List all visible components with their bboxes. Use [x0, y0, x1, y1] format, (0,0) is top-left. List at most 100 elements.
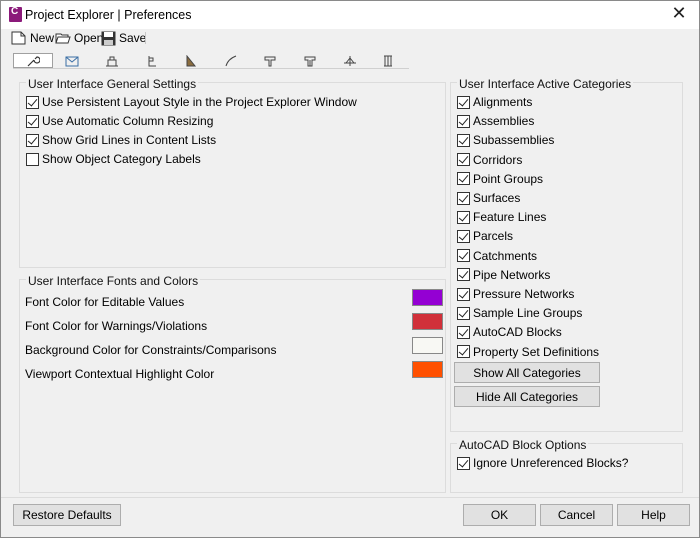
category-label: Feature Lines [473, 210, 547, 225]
category-item[interactable]: Assemblies [457, 114, 534, 128]
building-icon [105, 56, 118, 66]
block-options-title: AutoCAD Block Options [457, 438, 589, 452]
category-item[interactable]: Sample Line Groups [457, 306, 582, 320]
category-checkbox[interactable] [457, 287, 470, 301]
option-category-labels[interactable]: Show Object Category Labels [26, 152, 201, 166]
option-grid-lines[interactable]: Show Grid Lines in Content Lists [26, 133, 216, 147]
general-settings-group: User Interface General Settings Use Pers… [19, 77, 446, 268]
window-title: Project Explorer | Preferences [25, 8, 192, 22]
tab-surfaces[interactable] [171, 53, 211, 68]
tab-feature-lines[interactable] [211, 53, 251, 68]
color-row-warnings: Font Color for Warnings/Violations [25, 319, 207, 333]
preferences-dialog: Project Explorer | Preferences ✕ New Ope… [0, 0, 700, 538]
category-checkbox[interactable] [457, 306, 470, 320]
new-label: New [30, 31, 55, 45]
background-color-swatch[interactable] [412, 337, 443, 354]
option-persistent-layout[interactable]: Use Persistent Layout Style in the Proje… [26, 95, 357, 109]
tab-pressure[interactable] [290, 53, 330, 68]
tab-subassemblies[interactable] [132, 53, 172, 68]
category-item[interactable]: Pressure Networks [457, 287, 574, 301]
category-label: Catchments [473, 248, 538, 263]
close-icon[interactable]: ✕ [667, 3, 691, 24]
warnings-color-swatch[interactable] [412, 313, 443, 330]
active-categories-title: User Interface Active Categories [457, 77, 634, 91]
category-checkbox[interactable] [457, 325, 470, 339]
open-label: Open [74, 31, 104, 45]
color-row-background: Background Color for Constraints/Compari… [25, 343, 276, 357]
block-options-group: AutoCAD Block Options Ignore Unreference… [450, 438, 683, 493]
show-all-categories-button[interactable]: Show All Categories [454, 362, 600, 383]
ok-button[interactable]: OK [463, 504, 536, 526]
checkbox-auto-column-resize[interactable] [26, 114, 39, 128]
category-label: Surfaces [473, 191, 521, 205]
cancel-button[interactable]: Cancel [540, 504, 613, 526]
restore-defaults-button[interactable]: Restore Defaults [13, 504, 121, 526]
save-label: Save [119, 31, 147, 45]
option-auto-column-resize[interactable]: Use Automatic Column Resizing [26, 114, 213, 128]
editable-color-swatch[interactable] [412, 289, 443, 306]
category-icon-tabs [13, 53, 409, 69]
tab-sample-lines[interactable] [330, 53, 370, 68]
category-label: Subassemblies [473, 133, 555, 148]
category-item[interactable]: Parcels [457, 229, 513, 243]
checkbox-category-labels[interactable] [26, 152, 39, 166]
tab-general[interactable] [13, 53, 53, 68]
option-label: Show Grid Lines in Content Lists [42, 133, 217, 147]
checkbox-ignore-unreferenced[interactable] [457, 456, 470, 470]
new-button[interactable]: New [11, 29, 54, 47]
category-label: Property Set Definitions [473, 344, 600, 359]
fonts-colors-group: User Interface Fonts and Colors [19, 274, 446, 493]
category-checkbox[interactable] [457, 191, 470, 205]
save-button[interactable]: Save [101, 29, 146, 47]
category-checkbox[interactable] [457, 268, 470, 282]
option-label: Show Object Category Labels [42, 152, 201, 166]
option-ignore-unreferenced[interactable]: Ignore Unreferenced Blocks? [457, 456, 628, 470]
category-checkbox[interactable] [457, 114, 470, 128]
tab-alignments[interactable] [53, 53, 93, 68]
general-settings-title: User Interface General Settings [26, 77, 199, 91]
envelope-icon [65, 56, 79, 66]
help-button[interactable]: Help [617, 504, 690, 526]
category-item[interactable]: Property Set Definitions [457, 345, 599, 359]
option-label: Ignore Unreferenced Blocks? [473, 456, 629, 470]
highlight-color-swatch[interactable] [412, 361, 443, 378]
category-checkbox[interactable] [457, 153, 470, 167]
footer-separator [1, 497, 699, 498]
category-item[interactable]: Catchments [457, 249, 537, 263]
category-checkbox[interactable] [457, 133, 470, 147]
color-label: Viewport Contextual Highlight Color [25, 367, 215, 381]
color-label: Font Color for Warnings/Violations [25, 319, 208, 333]
category-item[interactable]: Alignments [457, 95, 532, 109]
category-checkbox[interactable] [457, 210, 470, 224]
save-disk-icon [101, 31, 116, 45]
open-button[interactable]: Open [55, 29, 103, 47]
category-item[interactable]: Feature Lines [457, 210, 546, 224]
tab-assemblies[interactable] [92, 53, 132, 68]
category-label: Pipe Networks [473, 267, 551, 282]
open-folder-icon [55, 33, 71, 44]
category-label: Parcels [473, 229, 514, 244]
category-checkbox[interactable] [457, 172, 470, 186]
tab-pipes[interactable] [251, 53, 291, 68]
category-item[interactable]: AutoCAD Blocks [457, 325, 562, 339]
tab-property-sets[interactable] [369, 53, 409, 68]
category-checkbox[interactable] [457, 249, 470, 263]
hide-all-categories-button[interactable]: Hide All Categories [454, 386, 600, 407]
assembly2-icon [304, 56, 316, 66]
category-item[interactable]: Subassemblies [457, 133, 554, 147]
category-item[interactable]: Point Groups [457, 172, 543, 186]
category-item[interactable]: Pipe Networks [457, 268, 550, 282]
checkbox-persistent-layout[interactable] [26, 95, 39, 109]
wrench-icon [27, 55, 40, 66]
color-label: Background Color for Constraints/Compari… [25, 343, 277, 357]
category-checkbox[interactable] [457, 345, 470, 359]
title-bar: Project Explorer | Preferences ✕ [1, 1, 699, 29]
category-checkbox[interactable] [457, 95, 470, 109]
checkbox-grid-lines[interactable] [26, 133, 39, 147]
toolbar: New Open Save [1, 29, 699, 49]
category-label: Alignments [473, 95, 533, 109]
category-item[interactable]: Corridors [457, 153, 522, 167]
category-item[interactable]: Surfaces [457, 191, 520, 205]
category-checkbox[interactable] [457, 229, 470, 243]
color-label: Font Color for Editable Values [25, 295, 185, 309]
